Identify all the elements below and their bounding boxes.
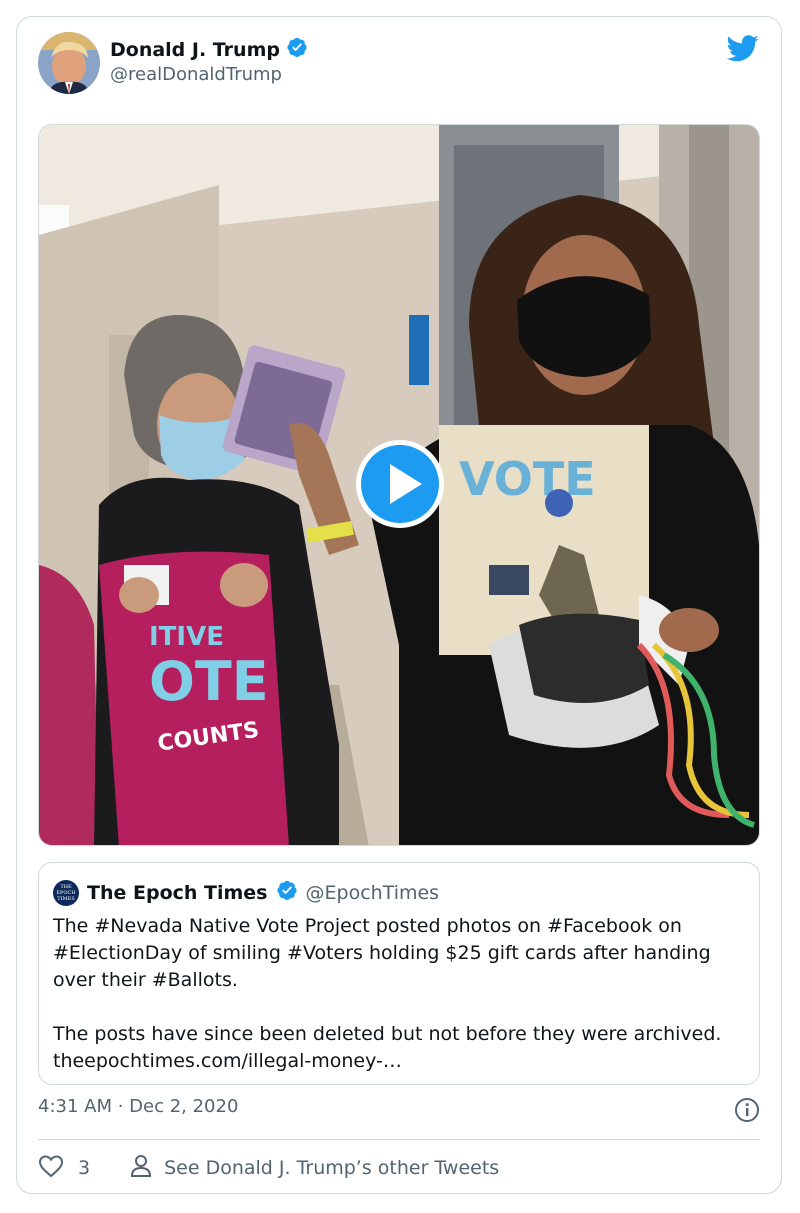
person-icon (130, 1154, 152, 1183)
quoted-tweet[interactable]: THE EPOCH TIMES The Epoch Times @EpochTi… (38, 862, 760, 1085)
twitter-bird-icon[interactable] (726, 35, 759, 63)
avatar[interactable] (38, 32, 100, 94)
quoted-tweet-paragraph-2: The posts have since been deleted but no… (53, 1023, 722, 1072)
tweet-actions: 3 See Donald J. Trump’s other Tweets (38, 1152, 499, 1184)
play-icon[interactable] (354, 438, 446, 530)
quoted-tweet-text: The #Nevada Native Vote Project posted p… (53, 913, 743, 1075)
shirt-text-line1: ITIVE (149, 622, 224, 652)
shirt-text-line2: OTE (149, 650, 269, 713)
author-name[interactable]: Donald J. Trump (110, 39, 280, 61)
like-button[interactable]: 3 (38, 1154, 90, 1183)
play-button[interactable] (354, 438, 446, 530)
heart-icon[interactable] (38, 1154, 64, 1183)
quoted-tweet-paragraph-1: The #Nevada Native Vote Project posted p… (53, 915, 711, 991)
verified-badge-icon (286, 36, 308, 63)
verified-badge-icon (276, 879, 298, 906)
epoch-times-logo-text: THE EPOCH TIMES (56, 883, 76, 902)
epoch-times-logo[interactable]: THE EPOCH TIMES (53, 879, 79, 906)
author-handle[interactable]: @realDonaldTrump (110, 64, 282, 85)
author-name-row[interactable]: Donald J. Trump (110, 36, 308, 63)
see-other-tweets-link[interactable]: See Donald J. Trump’s other Tweets (130, 1154, 499, 1183)
quoted-tweet-header: THE EPOCH TIMES The Epoch Times @EpochTi… (53, 879, 439, 906)
divider (38, 1139, 760, 1140)
quoted-author-name[interactable]: The Epoch Times (87, 882, 268, 904)
quoted-author-handle[interactable]: @EpochTimes (306, 882, 440, 904)
like-count: 3 (78, 1157, 91, 1179)
see-other-tweets-label[interactable]: See Donald J. Trump’s other Tweets (164, 1157, 499, 1179)
tweet-timestamp[interactable]: 4:31 AM · Dec 2, 2020 (38, 1096, 238, 1117)
tshirt-text: VOTE (459, 452, 596, 506)
info-icon[interactable] (734, 1097, 760, 1123)
